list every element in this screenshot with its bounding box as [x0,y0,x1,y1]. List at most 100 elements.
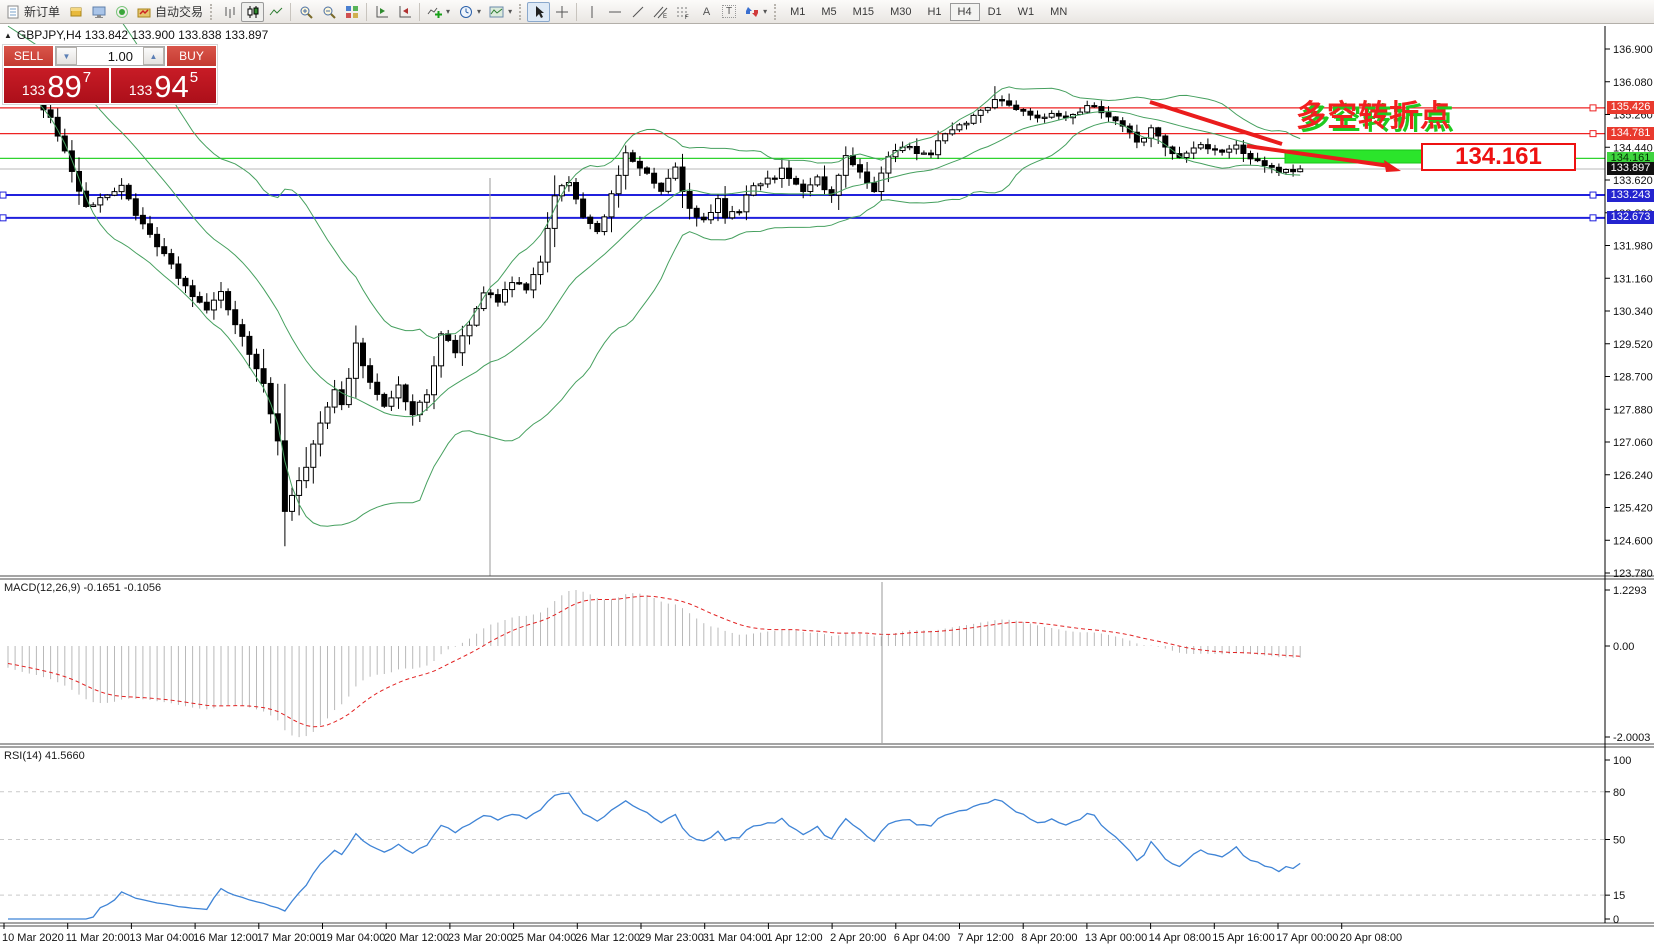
text-label-icon: T [722,5,736,18]
chart-autoscroll-icon [397,4,412,19]
time-axis-label: 13 Apr 00:00 [1085,932,1147,944]
time-axis-label: 17 Apr 00:00 [1276,932,1338,944]
buy-price[interactable]: 133 94 5 [111,68,216,103]
arrows-button[interactable]: ▾ [740,2,771,22]
time-axis-label: 7 Apr 12:00 [958,932,1014,944]
timeframe-m15[interactable]: M15 [845,3,882,21]
rsi-axis-label: 80 [1613,787,1625,799]
data-window-icon [91,4,106,19]
periods-button[interactable]: ▾ [454,2,485,22]
text-button[interactable]: A [695,2,718,22]
timeframe-d1[interactable]: D1 [980,3,1010,21]
price-tick-label: 133.620 [1613,175,1653,187]
fibonacci-button[interactable]: F [672,2,695,22]
rsi-axis-label: 100 [1613,755,1631,767]
time-axis-label: 20 Apr 08:00 [1340,932,1402,944]
text-icon: A [699,4,714,19]
data-window-button[interactable] [87,2,110,22]
horizontal-line-button[interactable] [603,2,626,22]
time-axis-label: 13 Mar 04:00 [129,932,194,944]
dropdown-caret-icon: ▾ [446,7,450,16]
toolbar-separator [419,3,420,21]
add-indicator-icon [427,4,442,19]
bar-chart-button[interactable] [218,2,241,22]
volume-decrease-button[interactable]: ▼ [56,47,77,65]
crosshair-icon [554,4,569,19]
rsi-axis-label: 50 [1613,835,1625,847]
templates-button[interactable]: ▾ [485,2,516,22]
cursor-button[interactable] [527,2,550,22]
timeframe-mn[interactable]: MN [1042,3,1075,21]
toolbar-separator [366,3,367,21]
zoom-in-button[interactable] [294,2,317,22]
indicators-button[interactable]: ▾ [423,2,454,22]
macd-axis-label: -2.0003 [1613,732,1650,744]
candlestick-chart-button[interactable] [241,2,264,22]
template-icon [489,4,504,19]
text-label-button[interactable]: T [718,2,740,22]
timeframe-m1[interactable]: M1 [782,3,813,21]
market-watch-button[interactable] [64,2,87,22]
price-tick-label: 127.060 [1613,437,1653,449]
svg-text:F: F [685,15,689,19]
fibonacci-icon: F [676,4,691,19]
price-tick-label: 125.420 [1613,503,1653,515]
turning-point-annotation[interactable]: 多空转折点 [1296,91,1451,135]
zoom-out-button[interactable] [317,2,340,22]
new-order-button[interactable]: 新订单 [2,2,64,22]
rsi-label: RSI(14) 41.5660 [4,750,85,762]
bar-chart-icon [222,4,237,19]
timeframe-m30[interactable]: M30 [882,3,919,21]
vertical-line-button[interactable] [580,2,603,22]
toolbar-separator [290,3,291,21]
zoom-out-icon [321,4,336,19]
timeframe-h4[interactable]: H4 [950,3,980,21]
chart-shift-button[interactable] [370,2,393,22]
timeframe-w1[interactable]: W1 [1010,3,1043,21]
time-axis-label: 14 Apr 08:00 [1149,932,1211,944]
time-axis-label: 19 Mar 04:00 [321,932,386,944]
line-chart-button[interactable] [264,2,287,22]
time-axis-label: 26 Mar 12:00 [575,932,640,944]
volume-stepper: ▼ ▲ [55,46,165,66]
zoom-in-icon [298,4,313,19]
buy-button[interactable]: BUY [167,46,216,66]
tile-windows-button[interactable] [340,2,363,22]
crosshair-button[interactable] [550,2,573,22]
chart-canvas[interactable]: 136.900136.080135.260134.440133.620132.8… [0,0,1654,948]
navigator-button[interactable] [110,2,133,22]
dropdown-caret-icon: ▾ [763,7,767,16]
time-axis-label: 31 Mar 04:00 [703,932,768,944]
price-tick-label: 131.980 [1613,241,1653,253]
market-watch-icon [68,4,83,19]
macd-axis-label: 0.00 [1613,641,1634,653]
toolbar-grip [774,4,779,20]
autotrading-button[interactable]: 自动交易 [133,2,207,22]
sell-price-prefix: 133 [22,82,45,98]
svg-text:E: E [663,14,667,19]
sell-button[interactable]: SELL [4,46,53,66]
price-callout-label[interactable]: 134.161 [1421,143,1576,171]
channel-button[interactable]: E [649,2,672,22]
trendline-button[interactable] [626,2,649,22]
sell-price[interactable]: 133 89 7 [4,68,109,103]
time-axis-label: 25 Mar 04:00 [512,932,577,944]
volume-input[interactable] [77,47,143,65]
chart-autoscroll-button[interactable] [393,2,416,22]
volume-increase-button[interactable]: ▲ [143,47,164,65]
price-tick-label: 127.880 [1613,404,1653,416]
current-price-tag: 133.897 [1607,162,1654,175]
chart-ohlc-header: ▲ GBPJPY,H4 133.842 133.900 133.838 133.… [4,28,268,42]
candlestick-icon [245,4,260,19]
one-click-trading-panel: SELL ▼ ▲ BUY 133 89 7 133 94 5 [2,44,218,105]
dropdown-caret-icon: ▾ [477,7,481,16]
price-tick-label: 129.520 [1613,339,1653,351]
cursor-icon [531,4,546,19]
buy-price-pip: 5 [190,69,198,86]
timeframe-h1[interactable]: H1 [919,3,949,21]
timeframe-m5[interactable]: M5 [813,3,844,21]
time-axis-label: 23 Mar 20:00 [448,932,513,944]
price-tick-label: 131.160 [1613,273,1653,285]
autotrading-label: 自动交易 [155,3,203,20]
time-axis-label: 17 Mar 20:00 [257,932,322,944]
